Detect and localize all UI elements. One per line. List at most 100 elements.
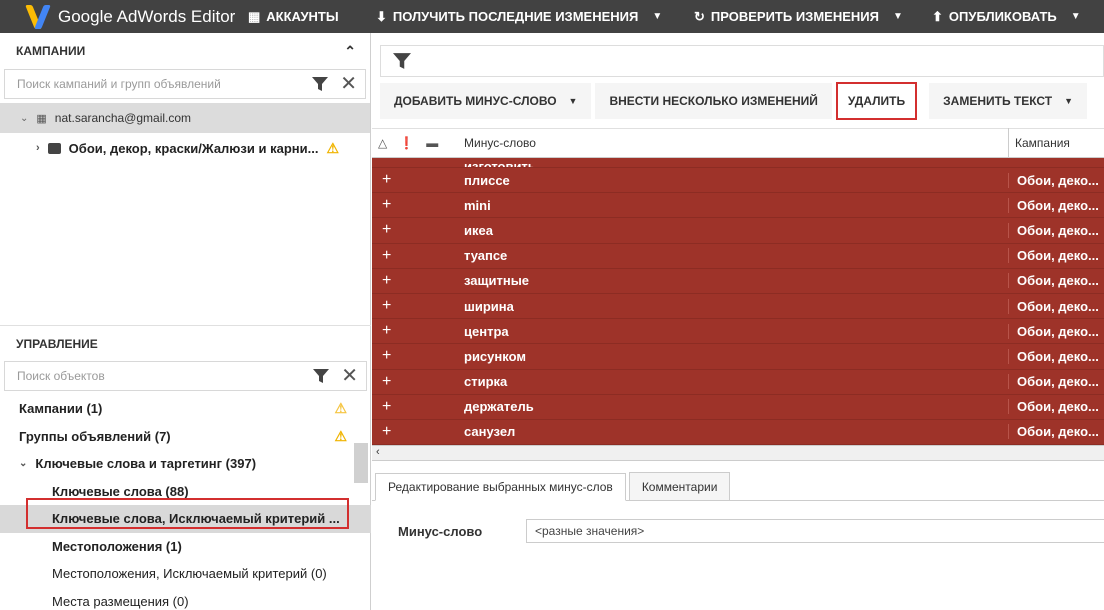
- campaign-cell: Обои, деко...: [1008, 248, 1104, 264]
- negative-keyword-input[interactable]: <разные значения>: [526, 519, 1104, 543]
- table-row[interactable]: + ширина Обои, деко...: [372, 294, 1104, 320]
- publish-button[interactable]: ⬆ ОПУБЛИКОВАТЬ ▼: [932, 0, 1102, 33]
- filter-icon[interactable]: [312, 76, 329, 92]
- grid-filter-bar[interactable]: [380, 45, 1104, 77]
- table-row[interactable]: + mini Обои, деко...: [372, 193, 1104, 219]
- plus-icon[interactable]: +: [372, 272, 464, 290]
- chevron-down-icon[interactable]: ▼: [652, 11, 662, 22]
- object-search-placeholder: Поиск объектов: [17, 369, 105, 383]
- table-row[interactable]: изготовить: [372, 158, 1104, 168]
- chevron-right-icon[interactable]: ›: [36, 142, 40, 154]
- error-icon[interactable]: ❗: [399, 136, 414, 150]
- account-row[interactable]: ⌄ ▦ nat.sarancha@gmail.com: [0, 103, 370, 133]
- plus-icon[interactable]: +: [372, 322, 464, 340]
- chevron-up-icon[interactable]: ⌃: [344, 43, 356, 60]
- accounts-button[interactable]: ▦ АККАУНТЫ: [248, 0, 376, 33]
- chevron-down-icon[interactable]: ⌄: [19, 458, 27, 469]
- main-panel: ДОБАВИТЬ МИНУС-СЛОВО ▼ ВНЕСТИ НЕСКОЛЬКО …: [372, 33, 1104, 610]
- horizontal-scrollbar[interactable]: ‹: [372, 445, 1104, 461]
- campaign-cell: Обои, деко...: [1008, 298, 1104, 314]
- filter-icon[interactable]: [393, 52, 411, 70]
- tree-item-locations[interactable]: Местоположения (1): [0, 533, 371, 561]
- filter-icon[interactable]: [313, 368, 330, 384]
- plus-icon[interactable]: +: [372, 171, 464, 189]
- management-scrollbar[interactable]: [354, 443, 368, 483]
- plus-icon[interactable]: +: [372, 297, 464, 315]
- highlight-negative-keywords: [26, 498, 349, 529]
- chevron-down-icon[interactable]: ⌄: [20, 113, 28, 124]
- check-changes-label: ПРОВЕРИТЬ ИЗМЕНЕНИЯ: [710, 9, 879, 24]
- replace-text-button[interactable]: ЗАМЕНИТЬ ТЕКСТ ▼: [929, 83, 1088, 119]
- table-row[interactable]: + держатель Обои, деко...: [372, 395, 1104, 420]
- tree-item-keywords-targeting[interactable]: ⌄ Ключевые слова и таргетинг (397): [0, 450, 371, 478]
- plus-icon[interactable]: +: [372, 423, 464, 441]
- campaigns-section-header: КАМПАНИИ ⌃: [0, 33, 370, 69]
- table-row[interactable]: + центра Обои, деко...: [372, 319, 1104, 345]
- account-label: nat.sarancha@gmail.com: [54, 111, 192, 125]
- tree-item-placements[interactable]: Места размещения (0): [0, 588, 371, 610]
- negative-keyword-label: Минус-слово: [398, 523, 483, 539]
- tree-item-label: Ключевые слова (88): [52, 483, 189, 499]
- multiple-changes-button[interactable]: ВНЕСТИ НЕСКОЛЬКО ИЗМЕНЕНИЙ: [595, 83, 832, 119]
- campaign-cell: Обои, деко...: [1008, 323, 1104, 339]
- sort-triangle-icon[interactable]: △: [378, 136, 387, 150]
- col-header-keyword[interactable]: Минус-слово: [464, 136, 1008, 150]
- multiple-changes-label: ВНЕСТИ НЕСКОЛЬКО ИЗМЕНЕНИЙ: [609, 94, 818, 108]
- grid-header-icons: △ ❗ ▬: [372, 136, 464, 150]
- col-header-campaign[interactable]: Кампания: [1008, 128, 1104, 158]
- get-changes-button[interactable]: ⬇ ПОЛУЧИТЬ ПОСЛЕДНИЕ ИЗМЕНЕНИЯ ▼: [376, 0, 694, 33]
- table-row[interactable]: + санузел Обои, деко...: [372, 420, 1104, 445]
- plus-icon[interactable]: +: [372, 247, 464, 265]
- tree-item-label: Группы объявлений (7): [19, 428, 171, 444]
- download-icon: ⬇: [376, 8, 387, 24]
- keyword-cell: центра: [464, 323, 509, 339]
- campaign-label: Обои, декор, краски/Жалюзи и карни...: [68, 140, 319, 156]
- plus-icon[interactable]: +: [372, 221, 464, 239]
- table-row[interactable]: + икеа Обои, деко...: [372, 218, 1104, 244]
- close-icon[interactable]: ✕: [341, 366, 358, 386]
- keyword-cell: держатель: [464, 399, 534, 415]
- plus-icon[interactable]: +: [372, 196, 464, 214]
- keyword-cell: икеа: [464, 222, 493, 238]
- campaign-row[interactable]: › Обои, декор, краски/Жалюзи и карни... …: [0, 133, 370, 163]
- editor-tabs: Редактирование выбранных минус-слов Комм…: [372, 472, 1104, 501]
- tree-item-label: Местоположения, Исключаемый критерий (0): [52, 566, 327, 582]
- table-row[interactable]: + плиссе Обои, деко...: [372, 168, 1104, 194]
- table-row[interactable]: + рисунком Обои, деко...: [372, 344, 1104, 370]
- tree-item-campaigns[interactable]: Кампании (1) ⚠: [0, 395, 371, 423]
- campaign-cell: Обои, деко...: [1008, 197, 1104, 213]
- campaign-search-input[interactable]: Поиск кампаний и групп объявлений ✕: [4, 69, 366, 99]
- management-section-header: УПРАВЛЕНИЕ: [0, 325, 371, 361]
- campaign-cell: Обои, деко...: [1008, 348, 1104, 364]
- tree-item-ad-groups[interactable]: Группы объявлений (7) ⚠: [0, 423, 371, 451]
- check-changes-button[interactable]: ↻ ПРОВЕРИТЬ ИЗМЕНЕНИЯ ▼: [694, 0, 932, 33]
- table-row[interactable]: + защитные Обои, деко...: [372, 269, 1104, 294]
- tab-edit-selected[interactable]: Редактирование выбранных минус-слов: [375, 473, 626, 501]
- campaign-cell: Обои, деко...: [1008, 273, 1104, 289]
- accounts-label: АККАУНТЫ: [266, 9, 339, 24]
- publish-label: ОПУБЛИКОВАТЬ: [948, 9, 1057, 24]
- delete-button[interactable]: УДАЛИТЬ: [835, 82, 918, 120]
- chevron-down-icon[interactable]: ▼: [1071, 11, 1081, 22]
- campaign-cell: Обои, деко...: [1008, 222, 1104, 238]
- warning-icon: ⚠: [326, 139, 339, 156]
- warning-outline-icon: ⚠: [334, 400, 347, 417]
- chevron-down-icon[interactable]: ▼: [569, 96, 578, 106]
- table-row[interactable]: + стирка Обои, деко...: [372, 370, 1104, 395]
- chevron-left-icon[interactable]: ‹: [376, 446, 380, 458]
- tree-item-negative-locations[interactable]: Местоположения, Исключаемый критерий (0): [0, 560, 371, 588]
- plus-icon[interactable]: +: [372, 398, 464, 416]
- object-search-input[interactable]: Поиск объектов ✕: [4, 361, 367, 391]
- plus-icon[interactable]: +: [372, 373, 464, 391]
- table-row[interactable]: + туапсе Обои, деко...: [372, 244, 1104, 269]
- delete-label: УДАЛИТЬ: [847, 94, 906, 108]
- close-icon[interactable]: ✕: [340, 74, 357, 94]
- campaign-icon: [47, 142, 61, 154]
- plus-icon[interactable]: +: [372, 347, 464, 365]
- chevron-down-icon[interactable]: ▼: [1064, 96, 1073, 106]
- tab-comments[interactable]: Комментарии: [628, 472, 731, 500]
- chevron-down-icon[interactable]: ▼: [893, 11, 903, 22]
- comment-icon[interactable]: ▬: [426, 136, 438, 150]
- add-negative-keyword-button[interactable]: ДОБАВИТЬ МИНУС-СЛОВО ▼: [380, 83, 592, 119]
- keyword-cell: рисунком: [464, 348, 526, 364]
